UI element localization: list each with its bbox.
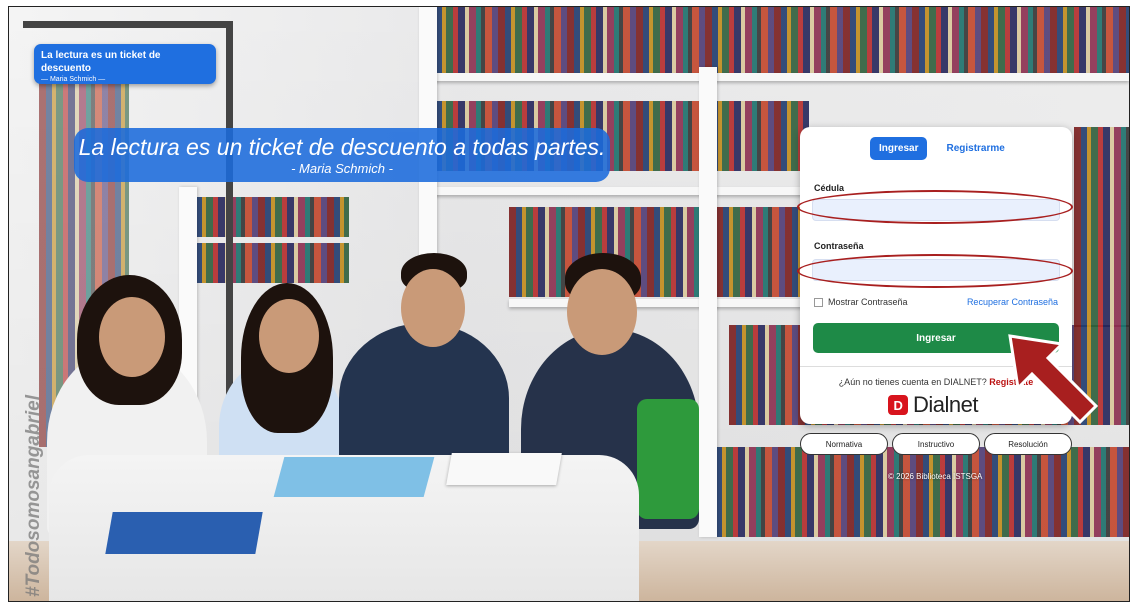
- hero-quote: La lectura es un ticket de descuento a t…: [74, 128, 610, 182]
- auth-tabs: Ingresar Registrarme: [870, 137, 1014, 160]
- tab-login[interactable]: Ingresar: [870, 137, 928, 160]
- copyright-text: © 2026 Biblioteca ISTSGA: [888, 472, 983, 481]
- no-account-question: ¿Aún no tienes cuenta en DIALNET?: [838, 377, 987, 387]
- resolucion-button[interactable]: Resolución: [984, 433, 1072, 455]
- dialnet-logo[interactable]: D Dialnet: [888, 392, 978, 418]
- show-password-checkbox[interactable]: [814, 297, 823, 307]
- quote-badge-title: La lectura es un ticket de descuento: [41, 50, 161, 74]
- normativa-button[interactable]: Normativa: [800, 433, 888, 455]
- cedula-label: Cédula: [814, 183, 845, 193]
- hero-quote-author: - Maria Schmich -: [291, 161, 393, 176]
- password-annotation-ellipse: [797, 254, 1073, 288]
- cedula-annotation-ellipse: [797, 190, 1073, 224]
- password-label: Contraseña: [814, 241, 864, 251]
- dialnet-logo-text: Dialnet: [913, 392, 978, 417]
- instructivo-button[interactable]: Instructivo: [892, 433, 980, 455]
- show-password-label: Mostrar Contraseña: [828, 297, 908, 307]
- arrow-annotation-icon: [1008, 334, 1099, 425]
- recover-password-link[interactable]: Recuperar Contraseña: [967, 297, 1058, 307]
- footer-buttons: Normativa Instructivo Resolución: [800, 433, 1072, 455]
- quote-badge-author: — Maria Schmich —: [41, 76, 106, 83]
- show-password-row[interactable]: Mostrar Contraseña: [814, 297, 908, 307]
- hero-quote-text: La lectura es un ticket de descuento a t…: [78, 134, 606, 160]
- quote-badge: La lectura es un ticket de descuento — M…: [34, 44, 216, 84]
- tab-register[interactable]: Registrarme: [937, 137, 1013, 160]
- frame-bar: [23, 21, 233, 28]
- dialnet-icon: D: [888, 395, 908, 415]
- hashtag-watermark: #Todosomosangabriel: [23, 395, 44, 597]
